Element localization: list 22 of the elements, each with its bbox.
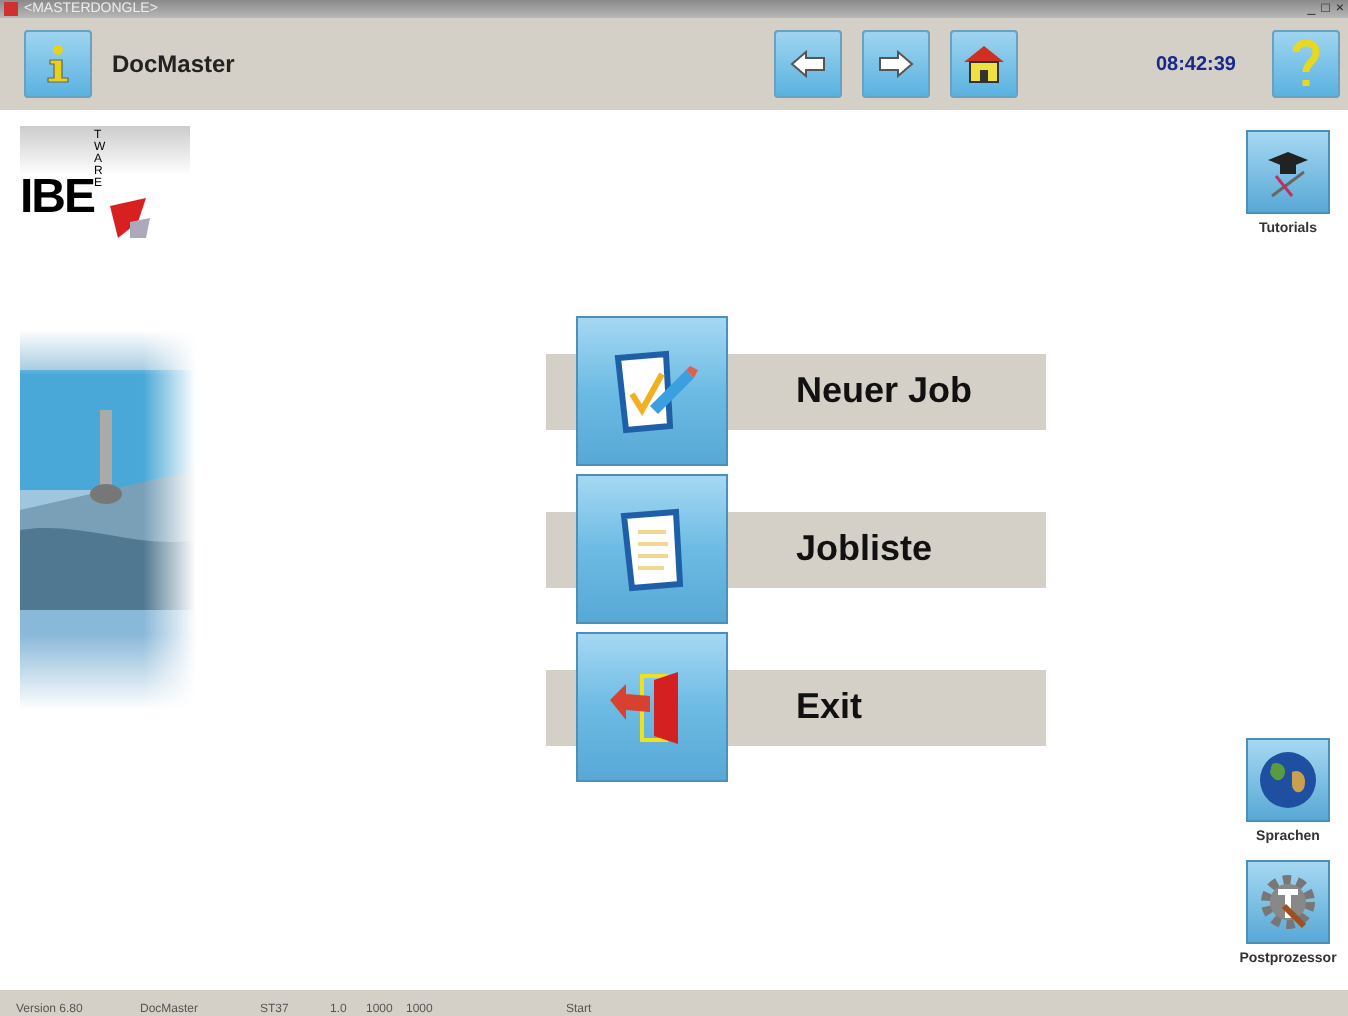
house-icon: [962, 44, 1007, 84]
app-icon: [4, 2, 18, 16]
menu-icon-button[interactable]: [576, 632, 728, 782]
globe-icon: [1256, 748, 1320, 812]
side-button[interactable]: [1246, 860, 1330, 944]
forward-button[interactable]: [862, 30, 931, 98]
arrow-right-icon: [878, 50, 915, 78]
question-mark-icon: [1290, 38, 1322, 90]
gear-icon: [1256, 870, 1320, 934]
clock: 08:42:39: [1155, 53, 1236, 75]
menu-label[interactable]: Jobliste: [796, 528, 933, 570]
menu-label[interactable]: Exit: [796, 686, 863, 728]
menu-label[interactable]: Neuer Job: [796, 370, 973, 412]
home-button[interactable]: [950, 30, 1019, 98]
app-name: DocMaster: [112, 50, 235, 78]
info-icon: [42, 44, 74, 84]
back-button[interactable]: [774, 30, 843, 98]
arrow-left-icon: [790, 50, 827, 78]
side-button[interactable]: [1246, 738, 1330, 822]
side-button[interactable]: [1246, 130, 1330, 214]
menu-icon-button[interactable]: [576, 474, 728, 624]
menu-icon-button[interactable]: [576, 316, 728, 466]
